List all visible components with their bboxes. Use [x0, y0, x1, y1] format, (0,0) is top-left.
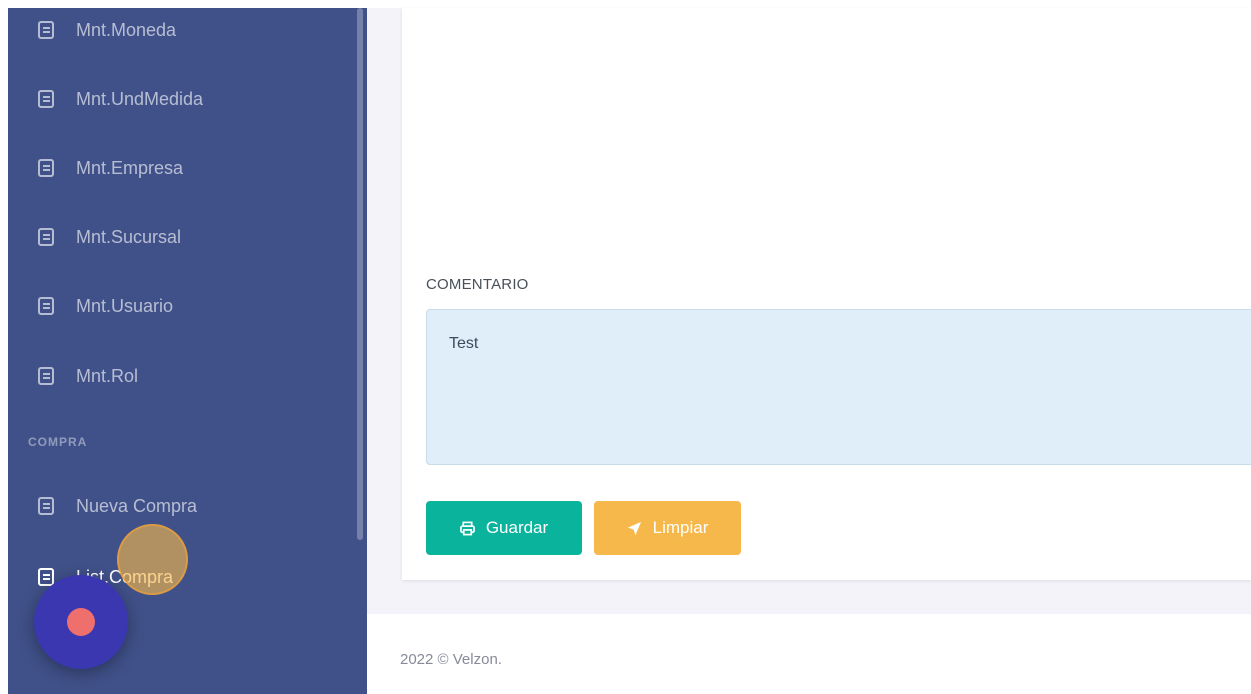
footer-copyright: 2022 © Velzon.: [400, 651, 502, 668]
sidebar-item-label: Mnt.Moneda: [76, 19, 177, 40]
sidebar-item-mnt-rol[interactable]: Mnt.Rol: [38, 359, 138, 393]
sidebar-item-mnt-moneda[interactable]: Mnt.Moneda: [38, 13, 176, 47]
clear-button[interactable]: Limpiar: [594, 501, 741, 555]
comment-input[interactable]: Test: [426, 309, 1251, 465]
printer-icon: [459, 521, 475, 536]
click-indicator: [117, 524, 188, 595]
sidebar-item-mnt-usuario[interactable]: Mnt.Usuario: [38, 289, 173, 323]
form-card: COMENTARIO Test Guardar Limpiar: [402, 8, 1251, 580]
sidebar-item-label: Mnt.Rol: [76, 365, 139, 386]
list-icon: [38, 159, 54, 177]
sidebar-section-compra: COMPRA: [28, 435, 88, 449]
sidebar-item-label: Mnt.Sucursal: [76, 226, 182, 247]
main-content: COMENTARIO Test Guardar Limpiar 2022 © V…: [367, 0, 1251, 694]
sidebar-item-label: Nueva Compra: [76, 495, 198, 516]
clear-button-label: Limpiar: [652, 518, 709, 537]
sidebar-item-mnt-undmedida[interactable]: Mnt.UndMedida: [38, 82, 203, 116]
sidebar-item-nueva-compra[interactable]: Nueva Compra: [38, 489, 197, 523]
sidebar-item-mnt-empresa[interactable]: Mnt.Empresa: [38, 151, 183, 185]
list-icon: [38, 497, 54, 515]
list-icon: [38, 367, 54, 385]
list-icon: [38, 228, 54, 246]
record-button[interactable]: [34, 575, 128, 669]
sidebar-item-label: Mnt.Usuario: [76, 295, 174, 316]
list-icon: [38, 21, 54, 39]
footer: 2022 © Velzon.: [367, 614, 1251, 694]
list-icon: [38, 90, 54, 108]
sidebar-item-label: Mnt.Empresa: [76, 157, 184, 178]
record-dot-icon: [67, 608, 95, 636]
list-icon: [38, 297, 54, 315]
send-icon: [627, 521, 642, 536]
list-icon: [38, 568, 54, 586]
top-strip: [367, 0, 1251, 8]
sidebar-item-label: Mnt.UndMedida: [76, 88, 204, 109]
sidebar-item-mnt-sucursal[interactable]: Mnt.Sucursal: [38, 220, 181, 254]
save-button[interactable]: Guardar: [426, 501, 582, 555]
sidebar-scrollbar[interactable]: [357, 8, 363, 540]
comment-label: COMENTARIO: [426, 276, 529, 293]
save-button-label: Guardar: [485, 518, 549, 537]
